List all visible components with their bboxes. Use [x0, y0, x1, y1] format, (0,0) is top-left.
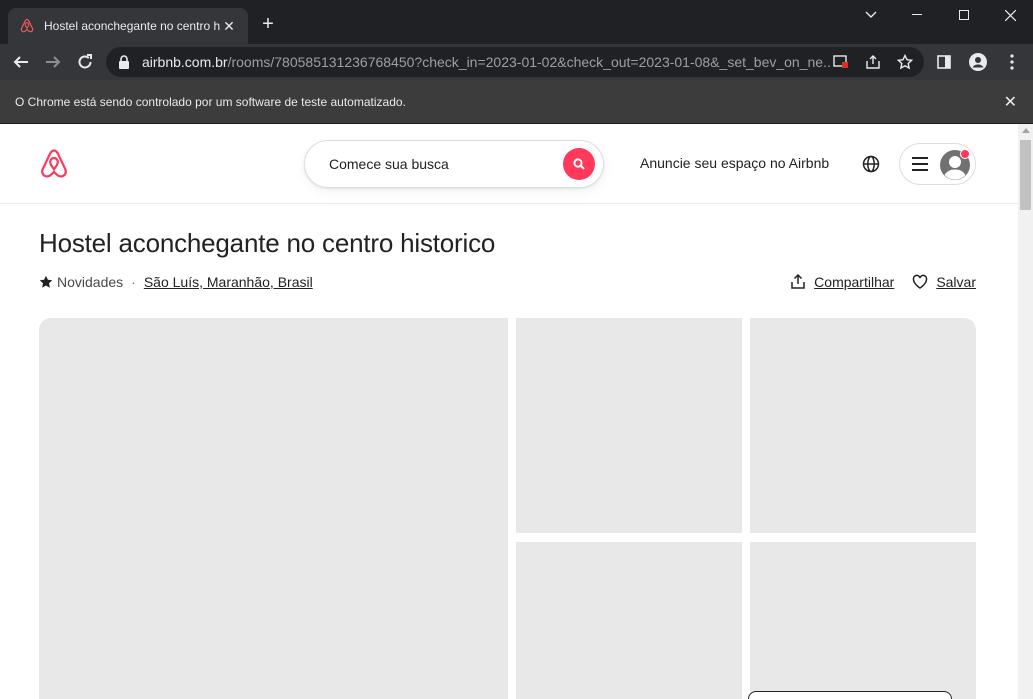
lock-icon[interactable] [118, 55, 134, 69]
url-text: airbnb.com.br/rooms/780585131236768450?c… [142, 54, 832, 70]
forward-icon[interactable] [39, 48, 67, 76]
back-icon[interactable] [7, 48, 35, 76]
hamburger-icon [912, 157, 928, 171]
save-label: Salvar [936, 274, 976, 290]
browser-toolbar: airbnb.com.br/rooms/780585131236768450?c… [0, 44, 1033, 80]
page-scrollbar[interactable] [1018, 124, 1033, 699]
gallery-photo-2[interactable] [516, 318, 742, 533]
star-icon [39, 275, 53, 289]
address-bar[interactable]: airbnb.com.br/rooms/780585131236768450?c… [106, 47, 924, 77]
page-title: Hostel aconchegante no centro historico [39, 228, 496, 258]
page-content: Comece sua busca Anuncie seu espaço no A… [0, 124, 1018, 699]
host-link[interactable]: Anuncie seu espaço no Airbnb [640, 155, 829, 171]
scrollbar-thumb[interactable] [1020, 140, 1031, 210]
share-button[interactable]: Compartilhar [790, 274, 894, 290]
listing-meta: Novidades · São Luís, Maranhão, Brasil [39, 274, 313, 290]
airbnb-favicon-icon [18, 17, 36, 35]
kebab-menu-icon[interactable] [998, 48, 1026, 76]
minimize-icon[interactable] [894, 0, 940, 30]
share-page-icon[interactable] [862, 52, 884, 72]
maximize-icon[interactable] [941, 0, 987, 30]
profile-icon[interactable] [964, 48, 992, 76]
gallery-photo-5[interactable] [750, 542, 976, 699]
globe-icon[interactable] [862, 155, 880, 173]
search-placeholder: Comece sua busca [329, 156, 449, 172]
location-link[interactable]: São Luís, Maranhão, Brasil [144, 274, 313, 290]
side-panel-icon[interactable] [930, 48, 958, 76]
infobar-text: O Chrome está sendo controlado por um so… [15, 94, 406, 109]
bookmark-star-icon[interactable] [894, 52, 916, 72]
share-icon [791, 274, 805, 289]
gallery-photo-3[interactable] [750, 318, 976, 533]
tab-search-icon[interactable] [848, 0, 894, 30]
gallery-main-photo[interactable] [39, 318, 508, 699]
scroll-up-icon[interactable] [1022, 128, 1030, 133]
save-button[interactable]: Salvar [912, 274, 976, 290]
gallery-photo-4[interactable] [516, 542, 742, 699]
site-header: Comece sua busca Anuncie seu espaço no A… [0, 124, 1018, 204]
meta-separator: · [131, 274, 136, 290]
share-label: Compartilhar [814, 274, 895, 290]
user-menu-button[interactable] [899, 143, 976, 185]
heart-icon [913, 274, 928, 289]
show-all-photos-button[interactable] [748, 691, 952, 699]
reload-icon[interactable] [71, 48, 99, 76]
search-icon [573, 158, 585, 170]
notification-dot [960, 149, 970, 159]
automation-infobar: O Chrome está sendo controlado por um so… [0, 80, 1033, 124]
tab-title: Hostel aconchegante no centro h [44, 19, 220, 33]
blocked-popup-icon[interactable] [830, 52, 852, 72]
new-tab-icon[interactable]: + [258, 13, 278, 35]
browser-tab[interactable]: Hostel aconchegante no centro h ✕ [8, 8, 248, 44]
rating-label: Novidades [57, 274, 124, 290]
infobar-close-icon[interactable]: ✕ [1004, 92, 1017, 112]
search-button[interactable] [563, 148, 595, 180]
close-window-icon[interactable] [987, 0, 1033, 30]
search-bar[interactable]: Comece sua busca [304, 140, 604, 188]
listing-actions: Compartilhar Salvar [790, 274, 976, 290]
browser-titlebar: Hostel aconchegante no centro h ✕ + [0, 0, 1033, 44]
tab-close-icon[interactable]: ✕ [220, 17, 238, 35]
airbnb-logo-icon[interactable] [38, 148, 70, 180]
